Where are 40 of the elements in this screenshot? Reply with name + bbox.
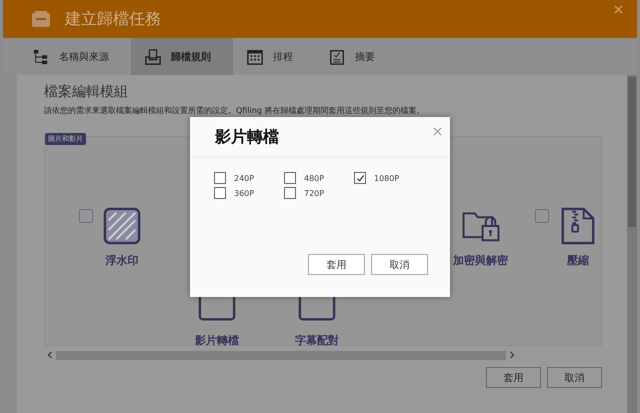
- checkbox[interactable]: [284, 172, 296, 184]
- checkbox[interactable]: [214, 187, 226, 199]
- module-label: 加密與解密: [453, 253, 508, 268]
- option-label: 720P: [304, 188, 324, 198]
- option-label: 1080P: [374, 174, 400, 182]
- checkbox[interactable]: [354, 172, 366, 184]
- section-description: 請依您的需求來選取檔案編輯模組和設置所需的設定。Qfiling 將在歸檔處理期間套用這些規則至您的檔案。: [44, 105, 426, 116]
- folder-tree-icon: [33, 48, 49, 66]
- section-title: 檔案編輯模組: [44, 83, 129, 101]
- vertical-scrollbar[interactable]: [627, 75, 637, 413]
- option-label: 240P: [234, 174, 254, 182]
- option-label: 360P: [234, 188, 254, 198]
- scroll-left-icon[interactable]: [47, 351, 53, 359]
- module-label: 影片轉檔: [195, 333, 239, 348]
- module-label: 壓縮: [567, 253, 589, 268]
- dialog-button[interactable]: 套用: [308, 254, 365, 275]
- wizard-step[interactable]: 摘要: [315, 38, 397, 75]
- dialog-title: 影片轉檔: [215, 127, 279, 148]
- module-checkbox[interactable]: [535, 209, 549, 223]
- inbox-icon: [31, 10, 51, 28]
- window-title: 建立歸檔任務: [65, 8, 162, 30]
- footer-button[interactable]: 取消: [547, 367, 602, 388]
- footer-button[interactable]: 套用: [486, 367, 541, 388]
- checkbox[interactable]: [214, 172, 226, 184]
- close-icon[interactable]: [433, 127, 442, 136]
- module-checkbox[interactable]: [79, 209, 93, 223]
- option-label: 480P: [304, 174, 324, 182]
- module-label: 浮水印: [106, 253, 138, 268]
- wizard-step[interactable]: 名稱與來源: [19, 38, 131, 75]
- wizard-step[interactable]: 歸檔規則: [131, 38, 233, 75]
- module-label: 字幕配對: [295, 333, 339, 348]
- scroll-right-icon[interactable]: [509, 351, 515, 359]
- wizard-step[interactable]: 排程: [233, 38, 315, 75]
- document-tray-icon: [145, 48, 161, 66]
- checkbox[interactable]: [284, 187, 296, 199]
- clipboard-check-icon: [329, 48, 345, 66]
- zip-file-icon: [559, 207, 597, 245]
- calendar-icon: [247, 48, 263, 66]
- watermark-icon: [103, 207, 141, 245]
- dialog-button[interactable]: 取消: [371, 254, 428, 275]
